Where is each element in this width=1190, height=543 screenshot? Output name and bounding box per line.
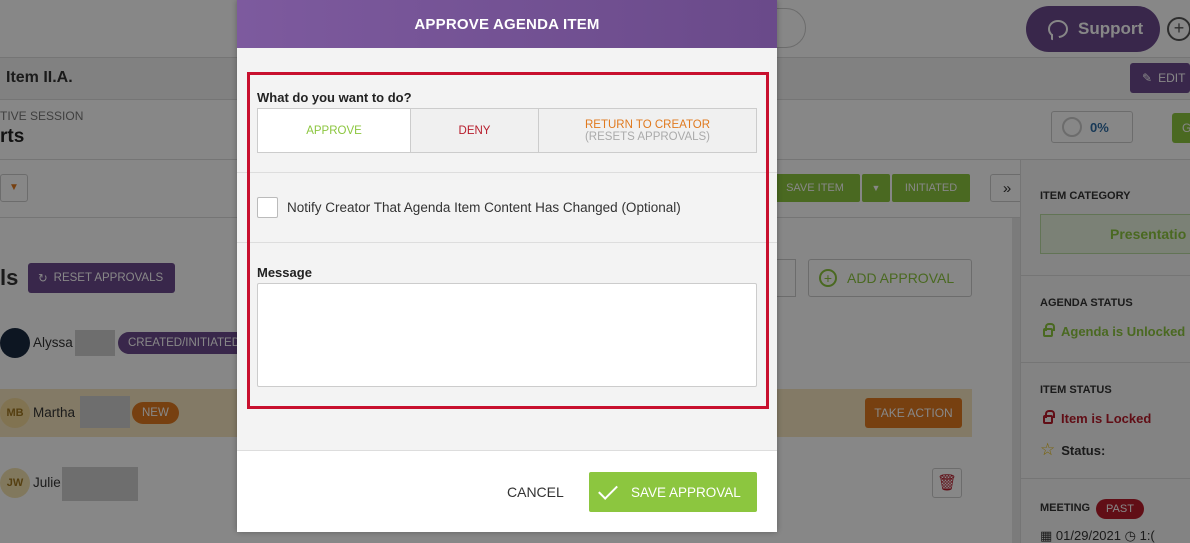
cancel-button[interactable]: CANCEL <box>507 484 564 500</box>
checkmark-icon <box>598 480 618 500</box>
save-approval-label: SAVE APPROVAL <box>631 484 741 500</box>
modal-title: APPROVE AGENDA ITEM <box>237 0 777 48</box>
highlight-frame <box>247 72 769 409</box>
save-approval-button[interactable]: SAVE APPROVAL <box>589 472 757 512</box>
